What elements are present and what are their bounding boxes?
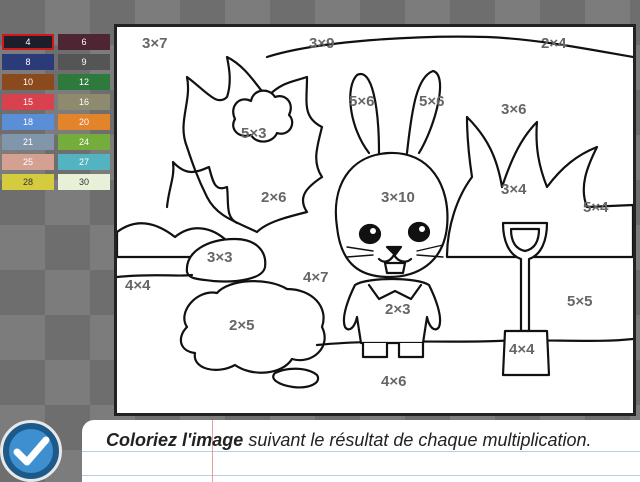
region-label[interactable]: 5×6 [349, 93, 374, 110]
coloring-canvas[interactable]: 3×7 3×9 2×4 5×6 5×6 3×6 5×3 3×10 2×6 3×4… [114, 24, 636, 416]
instruction-rest: suivant le résultat de chaque multiplica… [243, 430, 592, 450]
palette-swatch[interactable]: 25 [2, 154, 54, 170]
palette-swatch[interactable]: 24 [58, 134, 110, 150]
palette-swatch[interactable]: 18 [2, 114, 54, 130]
palette-swatch[interactable]: 21 [2, 134, 54, 150]
region-label[interactable]: 3×4 [501, 181, 526, 198]
palette-swatch[interactable]: 10 [2, 74, 54, 90]
region-label[interactable]: 4×7 [303, 269, 328, 286]
region-label[interactable]: 4×6 [381, 373, 406, 390]
region-label[interactable]: 5×4 [583, 199, 608, 216]
region-label[interactable]: 5×5 [567, 293, 592, 310]
region-label[interactable]: 2×3 [385, 301, 410, 318]
region-label[interactable]: 5×3 [241, 125, 266, 142]
palette-swatch[interactable]: 15 [2, 94, 54, 110]
palette-swatch[interactable]: 12 [58, 74, 110, 90]
instruction-panel: Coloriez l'image suivant le résultat de … [82, 420, 640, 482]
region-label[interactable]: 3×6 [501, 101, 526, 118]
region-label[interactable]: 4×4 [125, 277, 150, 294]
instruction-text: Coloriez l'image suivant le résultat de … [106, 428, 628, 452]
palette-swatch[interactable]: 4 [2, 34, 54, 50]
region-label[interactable]: 2×4 [541, 35, 566, 52]
region-label[interactable]: 3×10 [381, 189, 415, 206]
instruction-bold: Coloriez l'image [106, 430, 244, 450]
region-label[interactable]: 5×6 [419, 93, 444, 110]
palette-swatch[interactable]: 16 [58, 94, 110, 110]
palette-swatch[interactable]: 30 [58, 174, 110, 190]
palette-swatch[interactable]: 9 [58, 54, 110, 70]
region-label[interactable]: 2×6 [261, 189, 286, 206]
coloring-drawing [117, 35, 633, 389]
palette-swatch[interactable]: 6 [58, 34, 110, 50]
region-label[interactable]: 4×4 [509, 341, 534, 358]
palette-swatch[interactable]: 8 [2, 54, 54, 70]
region-label[interactable]: 2×5 [229, 317, 254, 334]
palette-swatch[interactable]: 20 [58, 114, 110, 130]
checkmark-icon [13, 436, 50, 466]
region-label[interactable]: 3×9 [309, 35, 334, 52]
palette-swatch[interactable]: 27 [58, 154, 110, 170]
palette-swatch[interactable]: 28 [2, 174, 54, 190]
validate-button[interactable] [0, 420, 62, 482]
region-label[interactable]: 3×3 [207, 249, 232, 266]
region-label[interactable]: 3×7 [142, 35, 167, 52]
